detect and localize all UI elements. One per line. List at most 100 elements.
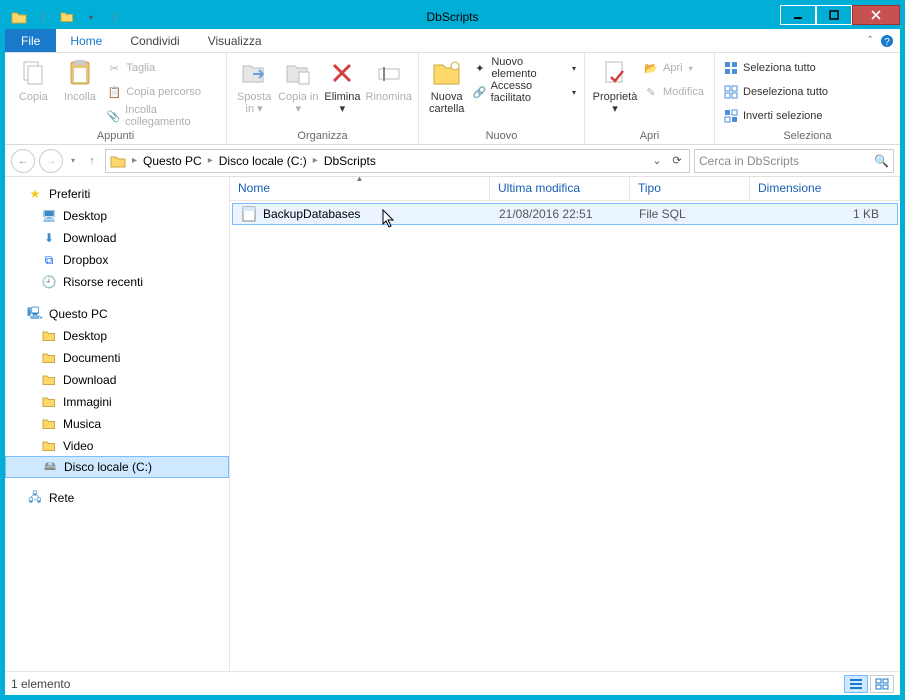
tree-item-dropbox[interactable]: ⧉Dropbox <box>5 249 229 271</box>
star-icon: ★ <box>27 186 43 202</box>
column-name[interactable]: ▲Nome <box>230 177 490 200</box>
help-icon[interactable]: ? <box>880 34 894 48</box>
forward-button[interactable]: → <box>39 149 63 173</box>
easy-access-button[interactable]: 🔗Accesso facilitato▾ <box>470 81 578 103</box>
tree-network[interactable]: 🖧 Rete <box>5 487 229 509</box>
delete-icon <box>326 57 358 89</box>
properties-icon <box>599 57 631 89</box>
back-button[interactable]: ← <box>11 149 35 173</box>
refresh-button[interactable]: ⟳ <box>667 151 687 171</box>
folder-icon <box>41 350 57 366</box>
download-icon: ⬇ <box>41 230 57 246</box>
group-organize-label: Organizza <box>233 130 412 144</box>
chevron-right-icon[interactable]: ▸ <box>128 155 141 166</box>
minimize-button[interactable] <box>780 5 816 25</box>
invert-icon <box>723 108 739 124</box>
dropbox-icon: ⧉ <box>41 252 57 268</box>
svg-text:?: ? <box>884 37 890 48</box>
tab-share[interactable]: Condividi <box>116 29 193 52</box>
address-dropdown[interactable]: ⌄ <box>647 151 667 171</box>
folder-icon <box>41 438 57 454</box>
tree-item-desktop2[interactable]: Desktop <box>5 325 229 347</box>
new-item-button[interactable]: ✦Nuovo elemento▾ <box>470 57 578 79</box>
list-item[interactable]: BackupDatabases 21/08/2016 22:51 File SQ… <box>232 203 898 225</box>
move-icon <box>238 57 270 89</box>
select-none-icon <box>723 84 739 100</box>
select-all-button[interactable]: Seleziona tutto <box>721 57 830 79</box>
tree-item-video[interactable]: Video <box>5 435 229 457</box>
copy-to-button[interactable]: Copia in ▾ <box>277 55 319 115</box>
new-folder-button[interactable]: Nuova cartella <box>425 55 468 115</box>
chevron-right-icon[interactable]: ▸ <box>309 155 322 166</box>
tree-favorites[interactable]: ★ Preferiti <box>5 183 229 205</box>
paste-button[interactable]: Incolla <box>58 55 103 103</box>
new-item-icon: ✦ <box>472 60 487 76</box>
paste-link-button[interactable]: 📎Incolla collegamento <box>104 105 220 127</box>
breadcrumb[interactable]: Disco locale (C:)▸ <box>219 154 322 168</box>
address-bar[interactable]: ▸ Questo PC▸ Disco locale (C:)▸ DbScript… <box>105 149 690 173</box>
scissors-icon: ✂ <box>106 60 122 76</box>
edit-icon: ✎ <box>643 84 659 100</box>
ribbon-collapse-icon[interactable]: ˆ <box>868 35 872 47</box>
new-folder-icon <box>431 57 463 89</box>
recent-icon: 🕘 <box>41 274 57 290</box>
folder-icon <box>41 416 57 432</box>
tree-item-download[interactable]: ⬇Download <box>5 227 229 249</box>
properties-button[interactable]: Proprietà▾ <box>591 55 639 115</box>
invert-selection-button[interactable]: Inverti selezione <box>721 105 830 127</box>
group-clipboard-label: Appunti <box>11 130 220 144</box>
file-menu[interactable]: File <box>5 29 56 52</box>
easy-access-icon: 🔗 <box>472 84 486 100</box>
close-button[interactable] <box>852 5 900 25</box>
select-all-icon <box>723 60 739 76</box>
maximize-button[interactable] <box>816 5 852 25</box>
cut-button[interactable]: ✂Taglia <box>104 57 220 79</box>
tree-item-music[interactable]: Musica <box>5 413 229 435</box>
group-open-label: Apri <box>591 130 708 144</box>
rename-button[interactable]: Rinomina <box>366 55 412 103</box>
tab-home[interactable]: Home <box>56 29 116 52</box>
window-title: DbScripts <box>5 10 900 24</box>
navigation-pane[interactable]: ★ Preferiti 🖥Desktop ⬇Download ⧉Dropbox … <box>5 177 230 671</box>
up-button[interactable]: ↑ <box>83 149 101 173</box>
column-modified[interactable]: Ultima modifica <box>490 177 630 200</box>
open-button[interactable]: 📂Apri▾ <box>641 57 706 79</box>
tree-item-recent[interactable]: 🕘Risorse recenti <box>5 271 229 293</box>
edit-button[interactable]: ✎Modifica <box>641 81 706 103</box>
view-details-button[interactable] <box>844 675 868 693</box>
qat-dropdown-icon[interactable]: ▾ <box>81 7 101 27</box>
sql-file-icon <box>241 206 257 222</box>
qat-sep-icon: | <box>33 7 53 27</box>
recent-dropdown[interactable]: ▾ <box>67 149 79 173</box>
view-icons-button[interactable] <box>870 675 894 693</box>
breadcrumb[interactable]: Questo PC▸ <box>143 154 217 168</box>
column-size[interactable]: Dimensione <box>750 177 900 200</box>
tree-item-images[interactable]: Immagini <box>5 391 229 413</box>
tab-view[interactable]: Visualizza <box>194 29 276 52</box>
paste-icon <box>64 57 96 89</box>
tree-this-pc[interactable]: 🖳 Questo PC <box>5 303 229 325</box>
chevron-right-icon[interactable]: ▸ <box>204 155 217 166</box>
folder-icon <box>110 154 126 168</box>
move-to-button[interactable]: Sposta in ▾ <box>233 55 275 115</box>
copy-path-button[interactable]: 📋Copia percorso <box>104 81 220 103</box>
search-input[interactable]: Cerca in DbScripts 🔍 <box>694 149 894 173</box>
search-icon[interactable]: 🔍 <box>874 154 889 168</box>
open-icon: 📂 <box>643 60 659 76</box>
copy-path-icon: 📋 <box>106 84 122 100</box>
breadcrumb[interactable]: DbScripts <box>324 154 376 168</box>
select-none-button[interactable]: Deseleziona tutto <box>721 81 830 103</box>
tree-item-disk-c[interactable]: 🖴Disco locale (C:) <box>5 456 229 478</box>
qat-sep2-icon: | <box>105 7 125 27</box>
copy-button[interactable]: Copia <box>11 55 56 103</box>
status-text: 1 elemento <box>11 677 70 691</box>
network-icon: 🖧 <box>27 490 43 506</box>
folder-icon <box>41 372 57 388</box>
delete-button[interactable]: Elimina▾ <box>321 55 363 115</box>
folder-icon <box>9 7 29 27</box>
folder-small-icon[interactable] <box>57 7 77 27</box>
tree-item-download2[interactable]: Download <box>5 369 229 391</box>
column-type[interactable]: Tipo <box>630 177 750 200</box>
tree-item-desktop[interactable]: 🖥Desktop <box>5 205 229 227</box>
tree-item-documents[interactable]: Documenti <box>5 347 229 369</box>
